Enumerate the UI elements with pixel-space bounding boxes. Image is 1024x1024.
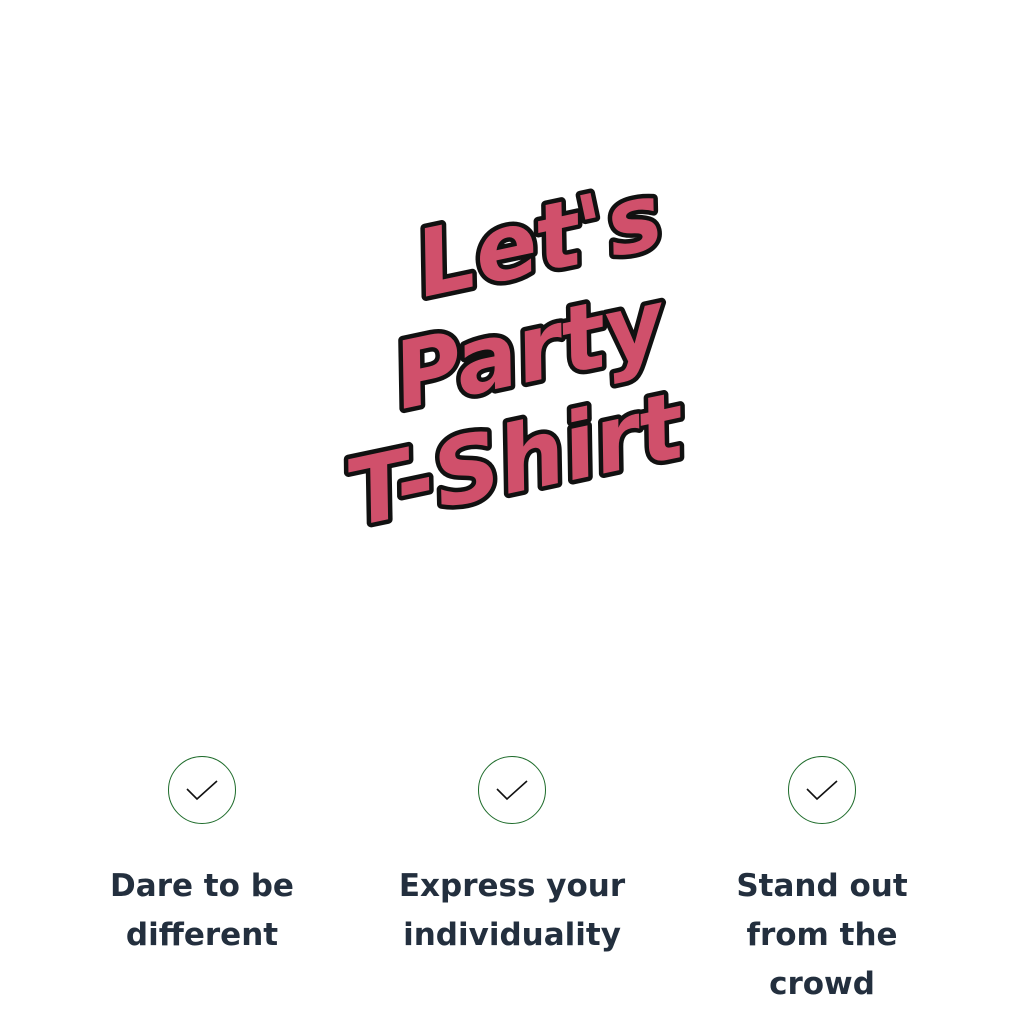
check-icon	[478, 756, 546, 824]
feature-item: Stand out from the crowd	[667, 756, 977, 1009]
feature-item: Express your individuality	[357, 756, 667, 1009]
tshirt-design-graphic: Let's Party T-Shirt	[300, 130, 720, 553]
feature-item: Dare to be different	[47, 756, 357, 1009]
feature-label: Stand out from the crowd	[736, 868, 908, 1002]
feature-label: Express your individuality	[398, 868, 626, 953]
check-icon	[168, 756, 236, 824]
feature-list: Dare to be different Express your indivi…	[0, 756, 1024, 1009]
check-icon	[788, 756, 856, 824]
feature-label: Dare to be different	[110, 868, 294, 953]
design-artwork: Let's Party T-Shirt	[333, 158, 700, 553]
